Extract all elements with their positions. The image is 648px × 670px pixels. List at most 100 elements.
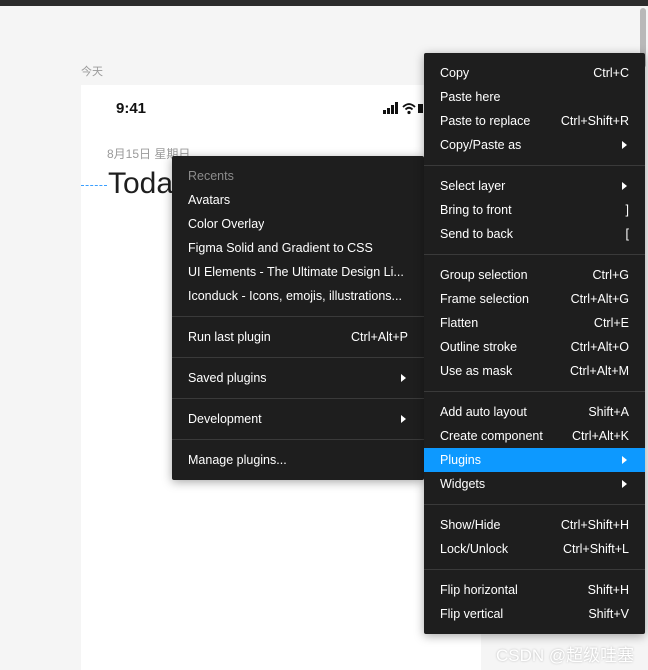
paste-to-replace-item[interactable]: Paste to replace Ctrl+Shift+R <box>424 109 645 133</box>
flip-vertical-item[interactable]: Flip vertical Shift+V <box>424 602 645 626</box>
widgets-item[interactable]: Widgets <box>424 472 645 496</box>
recent-plugin-figma-css[interactable]: Figma Solid and Gradient to CSS <box>172 236 424 260</box>
battery-icon <box>418 104 423 113</box>
menu-shortcut: ] <box>625 203 629 217</box>
selection-guide <box>81 185 107 186</box>
menu-shortcut: Ctrl+E <box>593 316 629 330</box>
select-layer-item[interactable]: Select layer <box>424 174 645 198</box>
paste-here-item[interactable]: Paste here <box>424 85 645 109</box>
status-bar-icons <box>383 102 423 115</box>
menu-label: Plugins <box>440 453 481 467</box>
menu-label: Create component <box>440 429 543 443</box>
development-item[interactable]: Development <box>172 407 424 431</box>
menu-label: Paste here <box>440 90 501 104</box>
show-hide-item[interactable]: Show/Hide Ctrl+Shift+H <box>424 513 645 537</box>
saved-plugins-item[interactable]: Saved plugins <box>172 366 424 390</box>
menu-label: Select layer <box>440 179 506 193</box>
menu-label: Send to back <box>440 227 513 241</box>
chevron-right-icon <box>622 182 627 190</box>
recent-plugin-color-overlay[interactable]: Color Overlay <box>172 212 424 236</box>
context-menu: Copy Ctrl+C Paste here Paste to replace Ct… <box>424 53 645 634</box>
menu-shortcut: [ <box>625 227 629 241</box>
menu-separator <box>424 391 645 392</box>
menu-label: Add auto layout <box>440 405 527 419</box>
menu-label: Bring to front <box>440 203 512 217</box>
recents-header: Recents <box>188 169 234 183</box>
group-selection-item[interactable]: Group selection Ctrl+G <box>424 263 645 287</box>
recent-plugin-ui-elements[interactable]: UI Elements - The Ultimate Design Li... <box>172 260 424 284</box>
menu-separator <box>172 439 424 440</box>
menu-label: Run last plugin <box>188 330 271 344</box>
top-toolbar-strip <box>0 0 648 6</box>
menu-label: Group selection <box>440 268 528 282</box>
frame-label[interactable]: 今天 <box>81 63 103 79</box>
send-to-back-item[interactable]: Send to back [ <box>424 222 645 246</box>
watermark: CSDN @超级哇塞 <box>496 646 635 665</box>
menu-separator <box>424 504 645 505</box>
menu-label: Flip horizontal <box>440 583 518 597</box>
menu-shortcut: Ctrl+Alt+K <box>572 429 629 443</box>
menu-label: UI Elements - The Ultimate Design Li... <box>188 265 404 279</box>
menu-label: Development <box>188 412 262 426</box>
menu-label: Copy <box>440 66 470 80</box>
menu-label: Widgets <box>440 477 486 491</box>
menu-label: Figma Solid and Gradient to CSS <box>188 241 373 255</box>
menu-shortcut: Ctrl+Alt+P <box>351 330 408 344</box>
menu-shortcut: Ctrl+Shift+R <box>560 114 629 128</box>
menu-label: Copy/Paste as <box>440 138 522 152</box>
menu-separator <box>424 254 645 255</box>
plugins-item[interactable]: Plugins <box>424 448 645 472</box>
manage-plugins-item[interactable]: Manage plugins... <box>172 448 424 472</box>
frame-selection-item[interactable]: Frame selection Ctrl+Alt+G <box>424 287 645 311</box>
menu-shortcut: Ctrl+Alt+M <box>569 364 629 378</box>
signal-icon <box>383 102 398 114</box>
menu-label: Flip vertical <box>440 607 504 621</box>
menu-label: Iconduck - Icons, emojis, illustrations.… <box>188 289 402 303</box>
bring-to-front-item[interactable]: Bring to front] <box>424 198 645 222</box>
status-bar-time: 9:41 <box>116 100 147 117</box>
menu-label: Outline stroke <box>440 340 518 354</box>
menu-shortcut: Shift+H <box>587 583 629 597</box>
chevron-right-icon <box>622 456 627 464</box>
menu-shortcut: Ctrl+G <box>592 268 629 282</box>
menu-shortcut: Shift+V <box>588 607 629 621</box>
copy-paste-as-item[interactable]: Copy/Paste as <box>424 133 645 157</box>
menu-label: Manage plugins... <box>188 453 287 467</box>
menu-shortcut: Shift+A <box>588 405 629 419</box>
wifi-icon <box>402 103 416 111</box>
menu-shortcut: Ctrl+Shift+L <box>562 542 629 556</box>
menu-label: Paste to replace <box>440 114 531 128</box>
add-auto-layout-item[interactable]: Add auto layout Shift+A <box>424 400 645 424</box>
lock-unlock-item[interactable]: Lock/Unlock Ctrl+Shift+L <box>424 537 645 561</box>
flip-horizontal-item[interactable]: Flip horizontal Shift+H <box>424 578 645 602</box>
chevron-right-icon <box>622 141 627 149</box>
menu-separator <box>172 398 424 399</box>
create-component-item[interactable]: Create component Ctrl+Alt+K <box>424 424 645 448</box>
menu-shortcut: Ctrl+C <box>593 66 629 80</box>
plugins-submenu: Recents Avatars Color Overlay Figma Soli… <box>172 156 424 480</box>
chevron-right-icon <box>622 480 627 488</box>
recent-plugin-iconduck[interactable]: Iconduck - Icons, emojis, illustrations.… <box>172 284 424 308</box>
menu-label: Lock/Unlock <box>440 542 509 556</box>
menu-label: Use as mask <box>440 364 513 378</box>
menu-separator <box>424 569 645 570</box>
menu-separator <box>172 357 424 358</box>
outline-stroke-item[interactable]: Outline stroke Ctrl+Alt+O <box>424 335 645 359</box>
menu-label: Show/Hide <box>440 518 501 532</box>
run-last-plugin-item[interactable]: Run last plugin Ctrl+Alt+P <box>172 325 424 349</box>
menu-shortcut: Ctrl+Alt+G <box>570 292 629 306</box>
menu-label: Avatars <box>188 193 231 207</box>
menu-label: Flatten <box>440 316 479 330</box>
menu-shortcut: Ctrl+Alt+O <box>570 340 629 354</box>
menu-separator <box>424 165 645 166</box>
use-as-mask-item[interactable]: Use as mask Ctrl+Alt+M <box>424 359 645 383</box>
recent-plugin-avatars[interactable]: Avatars <box>172 188 424 212</box>
copy-item[interactable]: Copy Ctrl+C <box>424 61 645 85</box>
menu-label: Saved plugins <box>188 371 267 385</box>
chevron-right-icon <box>401 415 406 423</box>
menu-shortcut: Ctrl+Shift+H <box>560 518 629 532</box>
menu-label: Color Overlay <box>188 217 265 231</box>
chevron-right-icon <box>401 374 406 382</box>
flatten-item[interactable]: Flatten Ctrl+E <box>424 311 645 335</box>
menu-separator <box>172 316 424 317</box>
